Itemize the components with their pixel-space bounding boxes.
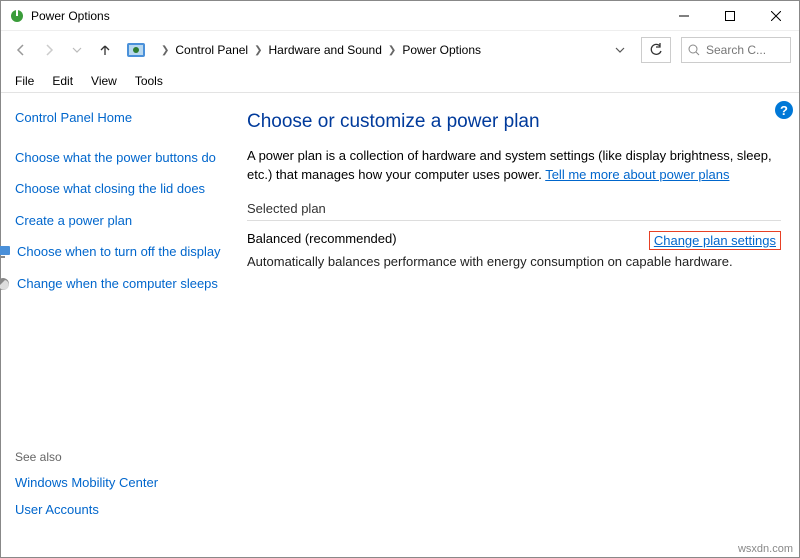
menu-view[interactable]: View [83,72,125,90]
maximize-button[interactable] [707,1,753,30]
search-icon [688,44,700,56]
sidebar-turn-off-display[interactable]: Choose when to turn off the display [17,243,221,261]
menu-file[interactable]: File [7,72,42,90]
minimize-button[interactable] [661,1,707,30]
chevron-right-icon: ❯ [161,45,169,56]
close-button[interactable] [753,1,799,30]
breadcrumb[interactable]: ❯ Control Panel ❯ Hardware and Sound ❯ P… [155,37,605,63]
chevron-right-icon: ❯ [388,45,396,56]
see-also-accounts[interactable]: User Accounts [15,501,215,519]
plan-description: Automatically balances performance with … [247,254,781,269]
content-area: Control Panel Home Choose what the power… [1,93,799,539]
window-controls [661,1,799,30]
address-dropdown[interactable] [609,45,631,55]
main-panel: Choose or customize a power plan A power… [233,93,799,539]
forward-button[interactable] [37,38,61,62]
breadcrumb-item[interactable]: Power Options [402,43,481,57]
menu-tools[interactable]: Tools [127,72,171,90]
titlebar: Power Options [1,1,799,31]
breadcrumb-item[interactable]: Hardware and Sound [269,43,382,57]
sidebar-computer-sleeps[interactable]: Change when the computer sleeps [17,275,218,293]
sleep-icon [0,276,11,292]
back-button[interactable] [9,38,33,62]
tell-me-more-link[interactable]: Tell me more about power plans [545,167,729,182]
change-plan-settings-link[interactable]: Change plan settings [649,231,781,250]
selected-plan-label: Selected plan [247,201,781,221]
sidebar-create-plan[interactable]: Create a power plan [15,212,223,230]
breadcrumb-item[interactable]: Control Panel [175,43,248,57]
search-box[interactable]: Search C... [681,37,791,63]
watermark: wsxdn.com [738,543,793,555]
see-also-header: See also [15,450,215,464]
plan-row: Balanced (recommended) Change plan setti… [247,231,781,250]
power-options-icon [9,8,25,24]
display-icon [0,244,11,260]
menu-edit[interactable]: Edit [44,72,81,90]
recent-dropdown[interactable] [65,38,89,62]
page-heading: Choose or customize a power plan [247,111,781,133]
navigation-bar: ❯ Control Panel ❯ Hardware and Sound ❯ P… [1,31,799,69]
window-title: Power Options [31,9,661,23]
search-placeholder: Search C... [706,43,766,57]
refresh-button[interactable] [641,37,671,63]
up-button[interactable] [93,38,117,62]
see-also-section: See also Windows Mobility Center User Ac… [15,450,215,529]
plan-name: Balanced (recommended) [247,231,397,246]
menubar: File Edit View Tools [1,69,799,93]
sidebar-power-buttons[interactable]: Choose what the power buttons do [15,149,223,167]
sidebar: Control Panel Home Choose what the power… [1,93,233,539]
page-description: A power plan is a collection of hardware… [247,147,781,185]
see-also-mobility[interactable]: Windows Mobility Center [15,474,215,492]
control-panel-icon [125,39,147,61]
sidebar-closing-lid[interactable]: Choose what closing the lid does [15,180,223,198]
chevron-right-icon: ❯ [254,45,262,56]
sidebar-home[interactable]: Control Panel Home [15,109,223,127]
